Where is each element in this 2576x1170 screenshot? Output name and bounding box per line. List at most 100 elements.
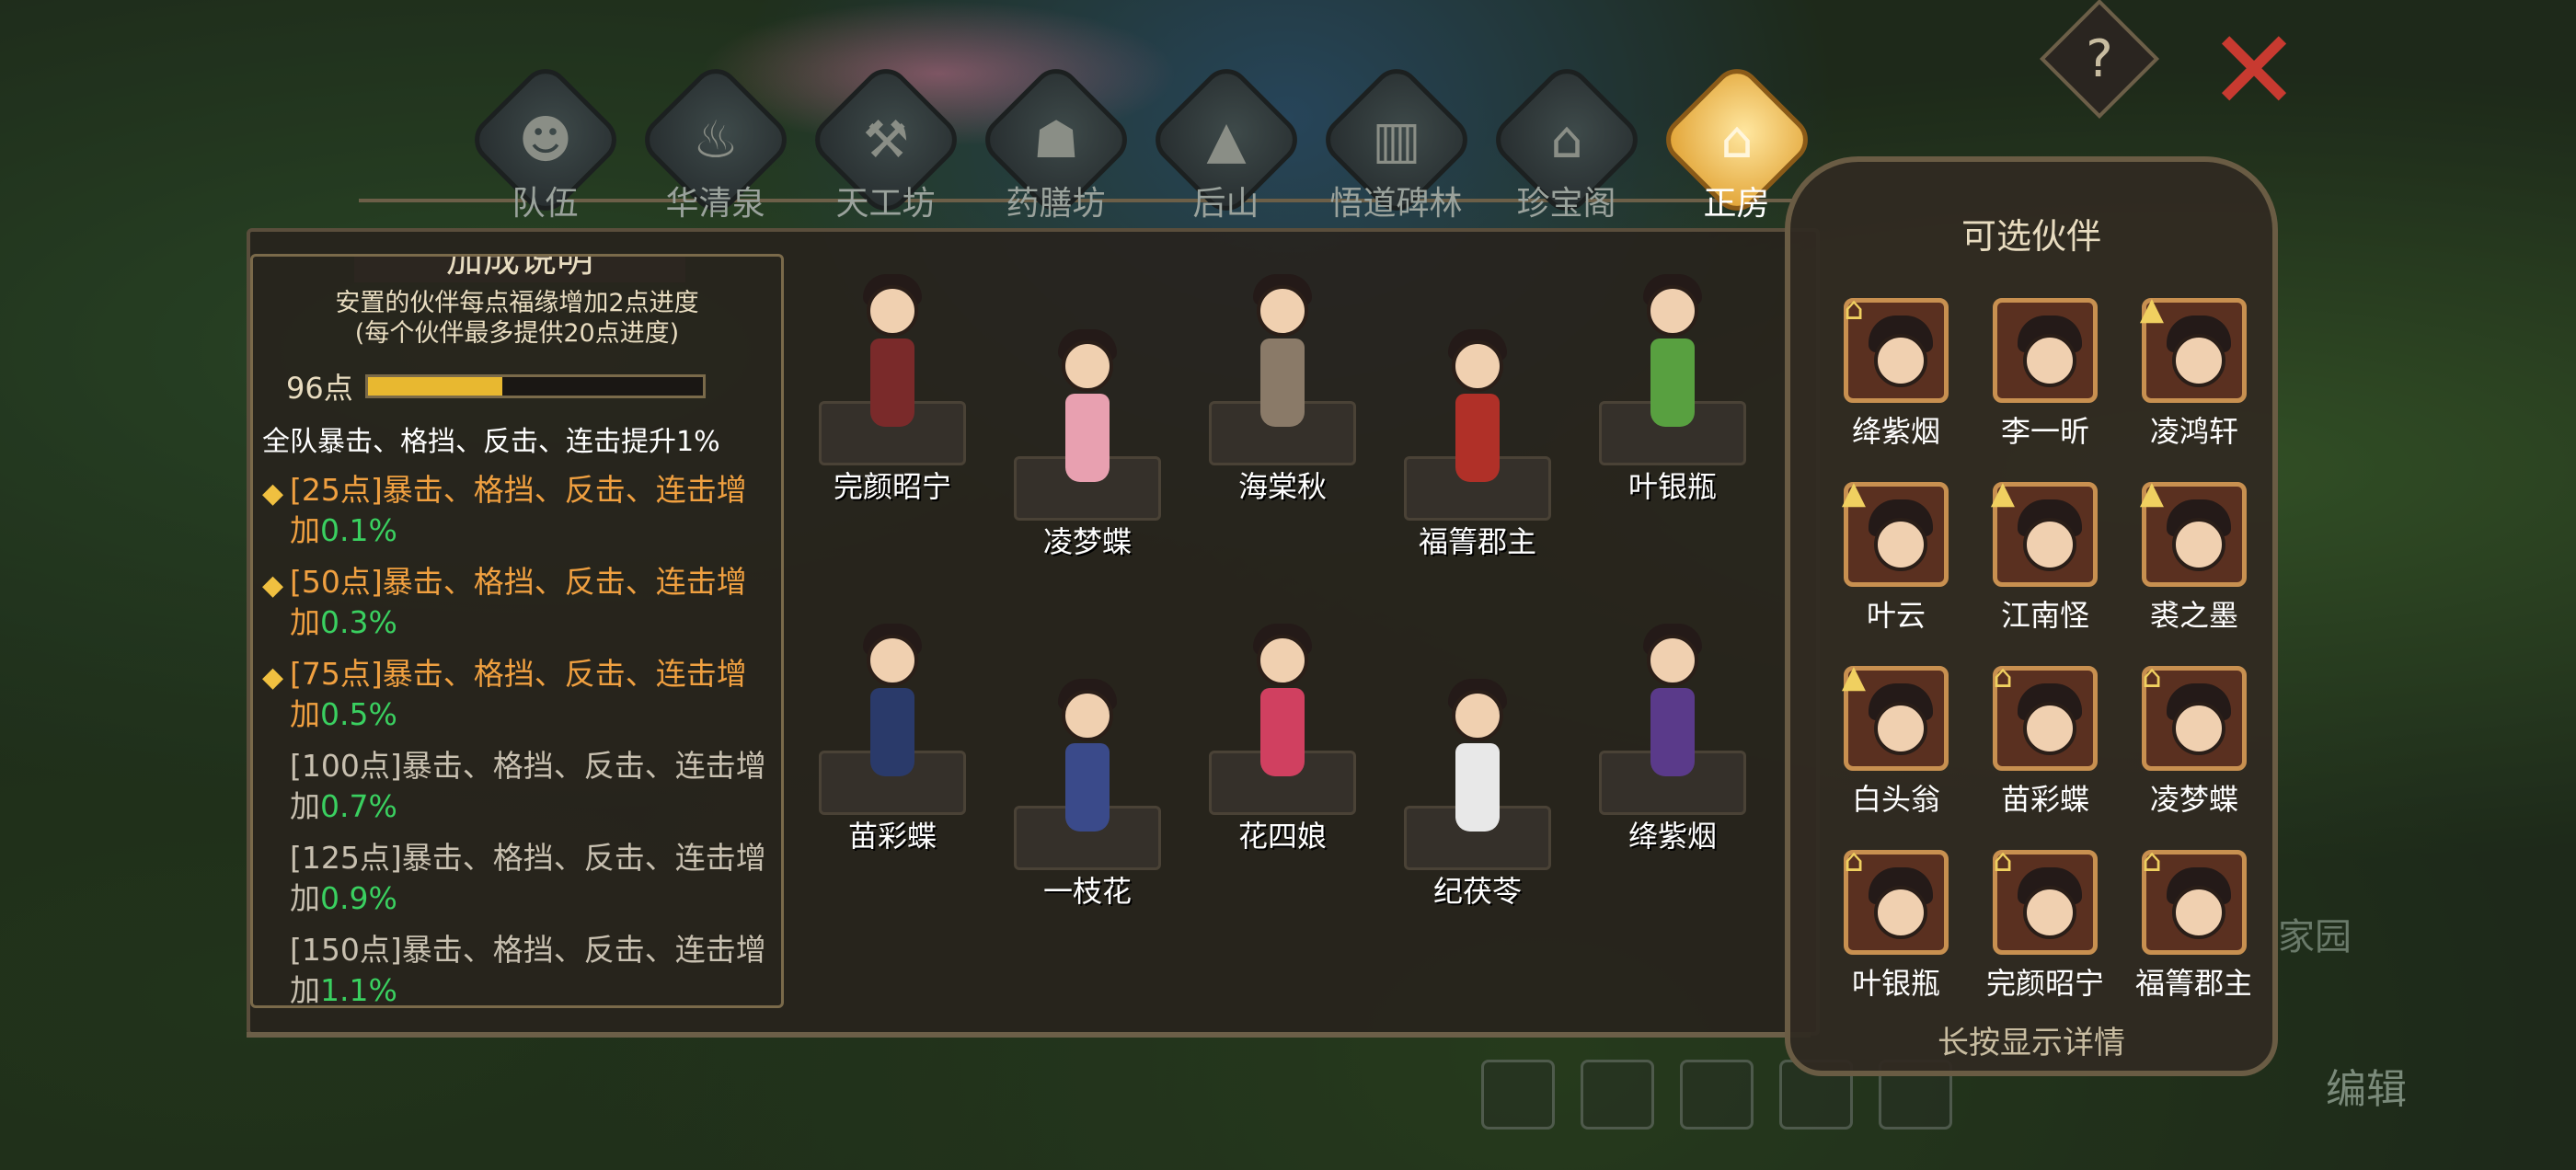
bonus-tier: [100点]暴击、格挡、反击、连击增加0.7%: [262, 746, 772, 827]
character-name: 完颜昭宁: [833, 469, 951, 504]
points-row: 96点: [286, 365, 772, 407]
bonus-tier: [150点]暴击、格挡、反击、连击增加1.1%: [262, 930, 772, 1008]
tier-value: 0.5%: [320, 696, 397, 732]
house-badge-icon: ⌂: [2142, 659, 2162, 695]
question-icon: ?: [2086, 29, 2113, 89]
tier-unlocked-icon: ◆: [262, 569, 284, 602]
tab-treasure-pavilion[interactable]: ⌂ 珍宝阁: [1481, 59, 1651, 230]
placed-character[interactable]: 花四娘: [1190, 616, 1374, 855]
main-panel-bottom-rule: [247, 1032, 1811, 1038]
bonus-info-panel[interactable]: 加成说明 安置的伙伴每点福缘增加2点进度 (每个伙伴最多提供20点进度) 96点…: [250, 254, 784, 1008]
edit-button[interactable]: 编辑: [2326, 1056, 2407, 1115]
companion-card[interactable]: ▲ 白头翁: [1827, 659, 1965, 843]
tab-label: 天工坊: [835, 185, 936, 223]
mountain-badge-icon: ▲: [2139, 475, 2165, 511]
bonus-tier: ◆ [75点]暴击、格挡、反击、连击增加0.5%: [262, 654, 772, 735]
companion-hint: 长按显示详情: [1938, 1025, 2125, 1061]
house-badge-icon: ⌂: [2142, 843, 2162, 879]
character-sprite: [1432, 671, 1524, 855]
placed-character[interactable]: 绛紫烟: [1581, 616, 1765, 855]
companion-name: 叶银瓶: [1851, 966, 1940, 999]
character-sprite: [1041, 322, 1133, 506]
placed-characters: 完颜昭宁凌梦蝶 海棠秋福箐郡主 叶银瓶苗彩蝶一枝花 花四娘纪茯苓 绛紫烟: [800, 267, 1803, 1003]
companion-card[interactable]: ▲ 叶云: [1827, 475, 1965, 659]
companion-name: 凌鸿轩: [2149, 414, 2238, 449]
companion-name: 福箐郡主: [2134, 966, 2250, 999]
character-name: 绛紫烟: [1627, 819, 1717, 854]
background-slot: [1481, 1060, 1555, 1130]
close-button[interactable]: ✕: [2208, 17, 2301, 127]
house-badge-icon: ⌂: [1993, 659, 2013, 695]
character-name: 一枝花: [1042, 874, 1132, 909]
tab-team[interactable]: ☻ 队伍: [460, 59, 630, 230]
tab-label: 华清泉: [665, 185, 765, 223]
tab-workshop[interactable]: ⚒ 天工坊: [800, 59, 971, 230]
character-name: 福箐郡主: [1418, 524, 1536, 559]
tab-mountain[interactable]: ▲ 后山: [1141, 59, 1311, 230]
tab-medicine[interactable]: ☗ 药膳坊: [971, 59, 1141, 230]
character-sprite: [1627, 267, 1719, 451]
house-badge-icon: ⌂: [1993, 843, 2013, 879]
tab-spring[interactable]: ♨ 华清泉: [630, 59, 800, 230]
bonus-tier: ◆ [50点]暴击、格挡、反击、连击增加0.3%: [262, 562, 772, 643]
character-name: 凌梦蝶: [1042, 524, 1132, 559]
mountain-badge-icon: ▲: [2139, 291, 2165, 327]
companion-card[interactable]: ⌂ 叶银瓶: [1827, 843, 1965, 999]
companion-name: 凌梦蝶: [2149, 782, 2238, 817]
placed-character[interactable]: 福箐郡主: [1386, 322, 1570, 561]
character-sprite: [1627, 616, 1719, 800]
tier-unlocked-icon: ◆: [262, 477, 284, 510]
companion-panel-title: 可选伙伴: [1961, 216, 2101, 257]
building-tabs: ☻ 队伍 ♨ 华清泉 ⚒ 天工坊 ☗ 药膳坊 ▲ 后山 ▥ 悟道碑林 ⌂ 珍宝阁 ⌂ 正房: [460, 59, 1822, 230]
character-name: 纪茯苓: [1432, 874, 1522, 909]
bonus-info-title: 加成说明: [354, 257, 685, 282]
tab-label: 药膳坊: [1006, 185, 1106, 223]
character-sprite: [1236, 616, 1328, 800]
bonus-desc-line: 安置的伙伴每点福缘增加2点进度: [335, 289, 699, 317]
companion-name: 白头翁: [1851, 782, 1940, 817]
tab-label: 珍宝阁: [1516, 185, 1616, 223]
placed-character[interactable]: 叶银瓶: [1581, 267, 1765, 506]
background-slot: [1581, 1060, 1654, 1130]
companion-card[interactable]: ⌂ 绛紫烟: [1827, 291, 1965, 475]
companion-name: 李一昕: [2000, 414, 2089, 449]
character-name: 苗彩蝶: [847, 819, 937, 854]
companion-name: 叶云: [1866, 598, 1926, 633]
house-badge-icon: ⌂: [1844, 843, 1864, 879]
companion-portrait: [1993, 298, 2098, 403]
character-sprite: [1236, 267, 1328, 451]
placed-character[interactable]: 完颜昭宁: [800, 267, 984, 506]
companion-name: 裘之墨: [2149, 598, 2238, 633]
companion-card[interactable]: ▲ 江南怪: [1976, 475, 2114, 659]
companion-card[interactable]: ▲ 裘之墨: [2125, 475, 2250, 659]
companion-card[interactable]: ⌂ 苗彩蝶: [1976, 659, 2114, 843]
points-value: 96点: [286, 371, 353, 406]
companion-card[interactable]: 李一昕: [1976, 291, 2114, 475]
companion-card[interactable]: ⌂ 凌梦蝶: [2125, 659, 2250, 843]
placed-character[interactable]: 凌梦蝶: [995, 322, 1179, 561]
points-progress-bar: [365, 374, 706, 398]
character-name: 花四娘: [1237, 819, 1327, 854]
companion-grid[interactable]: ⌂ 绛紫烟 李一昕 ▲ 凌鸿轩 ▲ 叶云 ▲ 江南怪 ▲ 裘之墨 ▲ 白头翁 ⌂ 苗彩蝶 ⌂ 凌梦蝶 ⌂ 叶银瓶 ⌂ 完…: [1827, 291, 2250, 999]
tab-stele[interactable]: ▥ 悟道碑林: [1311, 59, 1481, 230]
mountain-badge-icon: ▲: [1841, 659, 1867, 695]
companion-card[interactable]: ▲ 凌鸿轩: [2125, 291, 2250, 475]
placed-character[interactable]: 一枝花: [995, 671, 1179, 911]
character-name: 海棠秋: [1237, 469, 1327, 504]
placed-character[interactable]: 苗彩蝶: [800, 616, 984, 855]
placed-character[interactable]: 纪茯苓: [1386, 671, 1570, 911]
placed-character[interactable]: 海棠秋: [1190, 267, 1374, 506]
background-home-label: 家园: [2278, 916, 2352, 958]
tab-label: 悟道碑林: [1329, 185, 1463, 223]
house-badge-icon: ⌂: [1844, 291, 1864, 327]
companion-name: 绛紫烟: [1851, 414, 1940, 449]
companion-card[interactable]: ⌂ 完颜昭宁: [1976, 843, 2114, 999]
tier-value: 1.1%: [320, 972, 397, 1008]
character-sprite: [1041, 671, 1133, 855]
tier-unlocked-icon: ◆: [262, 661, 284, 694]
companion-card[interactable]: ⌂ 福箐郡主: [2125, 843, 2250, 999]
tab-label: 队伍: [512, 185, 579, 223]
tab-label: 后山: [1192, 185, 1259, 223]
bonus-tier: ◆ [25点]暴击、格挡、反击、连击增加0.1%: [262, 470, 772, 551]
bonus-tier: [125点]暴击、格挡、反击、连击增加0.9%: [262, 838, 772, 919]
